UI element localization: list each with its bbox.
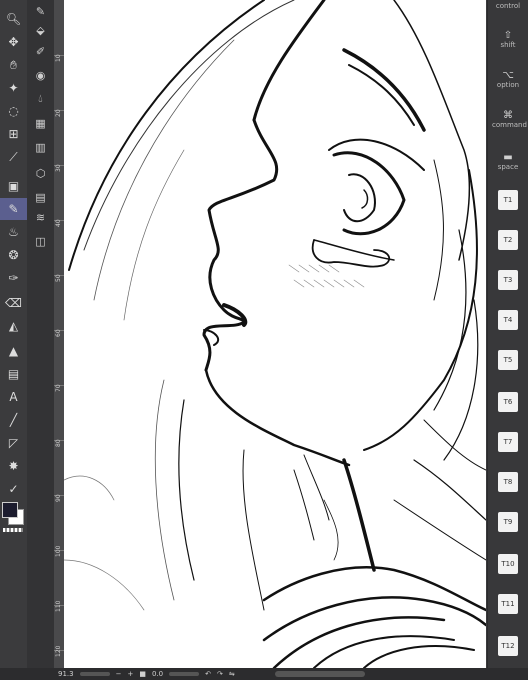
navigator-bar: 91.3 − + ■ 0.0 ↶ ↷ ⇋ <box>0 668 528 680</box>
flip-icon[interactable]: ⇋ <box>229 670 235 678</box>
space-label: space <box>497 163 519 171</box>
space-key[interactable]: ▬ space <box>492 152 524 171</box>
ruler-label: 110 <box>55 600 62 612</box>
t10-key[interactable]: T10 <box>498 554 518 574</box>
ruler-label: 10 <box>55 54 62 62</box>
blend-icon[interactable]: ◭ <box>0 315 27 337</box>
pen-icon[interactable]: ✎ <box>0 198 27 220</box>
correction-icon[interactable]: ✓ <box>0 478 27 500</box>
ruler-label: 50 <box>55 274 62 282</box>
rotate-left-icon[interactable]: ↶ <box>205 670 211 678</box>
color-swatch[interactable] <box>2 502 24 525</box>
decoration-icon[interactable]: ✑ <box>0 267 27 289</box>
t9-key[interactable]: T9 <box>498 512 518 532</box>
transparent-color-icon[interactable] <box>3 528 23 532</box>
text-icon[interactable]: A <box>0 386 27 408</box>
ruler-label: 40 <box>55 219 62 227</box>
lasso-icon[interactable]: ◌ <box>0 100 27 122</box>
zoom-icon[interactable]: 🔍︎ <box>0 8 27 30</box>
thumbnail-sub-icon[interactable]: ▤ <box>27 186 54 208</box>
tool-palette: 🔍︎ ✥ ✋︎ ✦ ◌ ⊞ ⟋ ▣ ✎ ♨ ❂ ✑ ⌫ ◭ ▲ ▤ A ╱ ◸ … <box>0 0 28 668</box>
fit-icon[interactable]: ■ <box>139 670 146 678</box>
control-label: control <box>495 2 521 10</box>
shift-icon: ⇧ <box>503 30 513 41</box>
zoom-slider[interactable] <box>79 672 110 676</box>
frame-sub-icon[interactable]: ⬡ <box>27 162 54 184</box>
drop-sub-icon[interactable]: 💧︎ <box>27 88 54 110</box>
line-icon[interactable]: ╱ <box>0 409 27 431</box>
horizontal-scrollbar[interactable] <box>274 671 365 677</box>
brush-sub-icon[interactable]: ✐ <box>27 40 54 62</box>
ruler-label: 90 <box>55 494 62 502</box>
t7-key[interactable]: T7 <box>498 432 518 452</box>
t12-key[interactable]: T12 <box>498 636 518 656</box>
shift-label: shift <box>500 41 516 49</box>
hand-icon[interactable]: ✋︎ <box>0 54 27 76</box>
command-icon: ⌘ <box>503 110 513 121</box>
option-icon: ⌥ <box>502 70 514 81</box>
wand-icon[interactable]: ✦ <box>0 77 27 99</box>
ruler-label: 60 <box>55 329 62 337</box>
space-icon: ▬ <box>503 152 513 163</box>
vertical-ruler: 10 20 30 40 50 60 70 80 90 100 110 120 <box>54 0 64 668</box>
zoom-in-icon[interactable]: + <box>127 670 133 678</box>
ruler-label: 100 <box>55 545 62 557</box>
ruler-label: 20 <box>55 109 62 117</box>
control-key[interactable]: control <box>492 2 524 10</box>
ruler-label: 70 <box>55 384 62 392</box>
drawing-canvas[interactable] <box>64 0 486 668</box>
sparkle-icon[interactable]: ✸ <box>0 455 27 477</box>
camera-sub-icon[interactable]: ◫ <box>27 230 54 252</box>
eraser-icon[interactable]: ⌫ <box>0 292 27 314</box>
ruler-label: 80 <box>55 439 62 447</box>
figure-icon[interactable]: ◸ <box>0 432 27 454</box>
eyedropper-icon[interactable]: ⟋ <box>0 146 27 168</box>
zoom-value[interactable]: 91.3 <box>58 670 74 678</box>
rotate-right-icon[interactable]: ↷ <box>217 670 223 678</box>
t6-key[interactable]: T6 <box>498 392 518 412</box>
layer-move-icon[interactable]: ▣ <box>0 175 27 197</box>
sketch-artwork <box>64 0 486 668</box>
angle-slider[interactable] <box>169 672 200 676</box>
fill-sub-icon[interactable]: ⬙ <box>27 19 54 41</box>
zoom-out-icon[interactable]: − <box>116 670 122 678</box>
shift-key[interactable]: ⇧ shift <box>492 30 524 49</box>
command-label: command <box>492 121 527 129</box>
move-icon[interactable]: ✥ <box>0 31 27 53</box>
layers-sub-icon[interactable]: ≋ <box>27 206 54 228</box>
option-key[interactable]: ⌥ option <box>492 70 524 89</box>
main-color[interactable] <box>2 502 18 518</box>
ruler-label: 120 <box>55 645 62 657</box>
airbrush-icon[interactable]: ❂ <box>0 244 27 266</box>
option-label: option <box>496 81 520 89</box>
t4-key[interactable]: T4 <box>498 310 518 330</box>
layer-sub-icon[interactable]: ◉ <box>27 64 54 86</box>
t1-key[interactable]: T1 <box>498 190 518 210</box>
book-sub-icon[interactable]: ▥ <box>27 136 54 158</box>
ruler-label: 30 <box>55 164 62 172</box>
t11-key[interactable]: T11 <box>498 594 518 614</box>
brush-icon[interactable]: ♨ <box>0 221 27 243</box>
command-key[interactable]: ⌘ command <box>492 110 527 129</box>
t5-key[interactable]: T5 <box>498 350 518 370</box>
t2-key[interactable]: T2 <box>498 230 518 250</box>
angle-value[interactable]: 0.0 <box>152 670 163 678</box>
gradient-icon[interactable]: ▤ <box>0 363 27 385</box>
grid-icon[interactable]: ⊞ <box>0 123 27 145</box>
panel-sub-icon[interactable]: ▦ <box>27 112 54 134</box>
t3-key[interactable]: T3 <box>498 270 518 290</box>
fill-bucket-icon[interactable]: ▲ <box>0 340 27 362</box>
t8-key[interactable]: T8 <box>498 472 518 492</box>
